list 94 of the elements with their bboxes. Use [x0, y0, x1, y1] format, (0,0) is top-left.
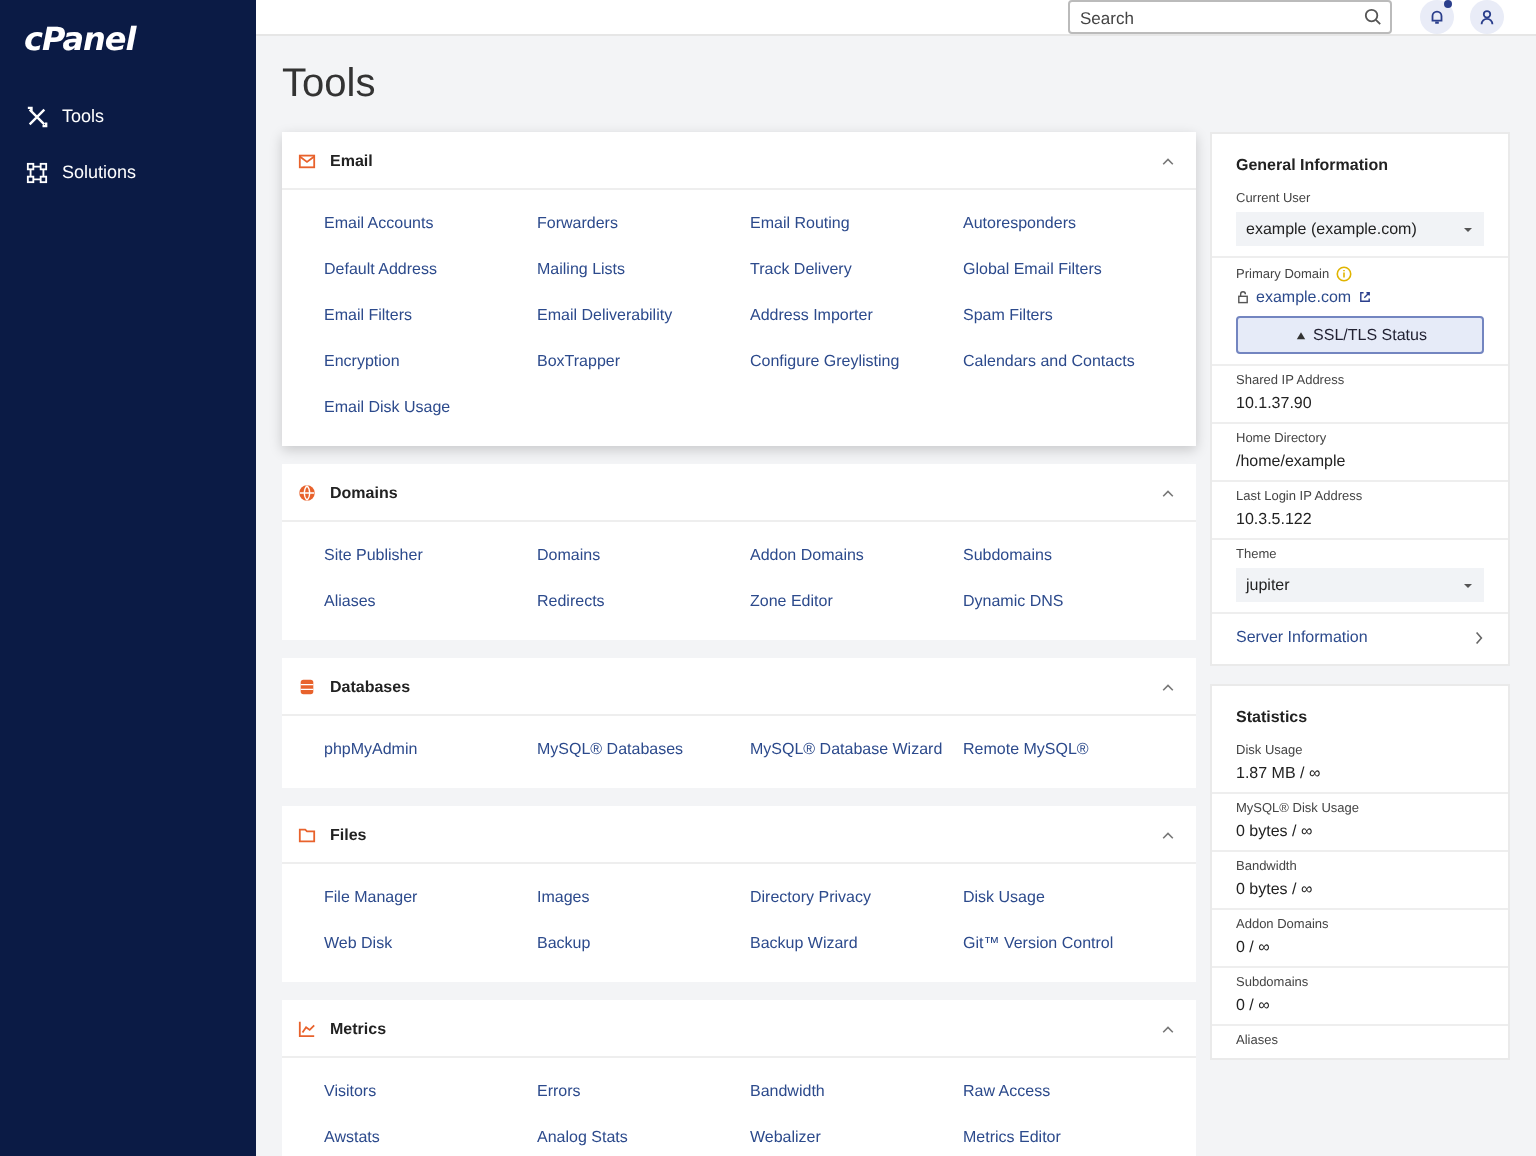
- tool-link[interactable]: MySQL® Database Wizard: [750, 726, 963, 772]
- tool-link[interactable]: Site Publisher: [324, 532, 537, 578]
- tool-link[interactable]: MySQL® Databases: [537, 726, 750, 772]
- tool-link[interactable]: Analog Stats: [537, 1114, 750, 1156]
- tool-link[interactable]: Calendars and Contacts: [963, 338, 1176, 384]
- tool-link[interactable]: Track Delivery: [750, 246, 963, 292]
- search-icon: [1364, 8, 1382, 26]
- tool-link[interactable]: Errors: [537, 1068, 750, 1114]
- collapse-icon: [1160, 681, 1176, 691]
- folder-icon: [298, 825, 316, 843]
- tool-link[interactable]: Email Accounts: [324, 200, 537, 246]
- stat-value: 0 / ∞: [1236, 996, 1272, 1014]
- tool-link[interactable]: Redirects: [537, 578, 750, 624]
- ssl-status-button[interactable]: SSL/TLS Status: [1236, 316, 1484, 354]
- tool-link[interactable]: Directory Privacy: [750, 874, 963, 920]
- tool-link[interactable]: Git™ Version Control: [963, 920, 1176, 966]
- page-title: Tools: [282, 60, 378, 108]
- field-value: 10.3.5.122: [1236, 510, 1314, 528]
- collapse-icon: [1160, 829, 1176, 839]
- section-header[interactable]: Domains: [282, 464, 1196, 522]
- tools-icon: [26, 105, 48, 127]
- tool-link[interactable]: Email Disk Usage: [324, 384, 537, 430]
- tool-link[interactable]: Subdomains: [963, 532, 1176, 578]
- tool-link[interactable]: Backup: [537, 920, 750, 966]
- collapse-icon: [1160, 487, 1176, 497]
- database-icon: [298, 677, 316, 695]
- chevron-right-icon: [1474, 629, 1484, 645]
- stat-value: 0 bytes / ∞: [1236, 822, 1315, 840]
- tool-link[interactable]: Backup Wizard: [750, 920, 963, 966]
- lock-icon: [1236, 290, 1250, 304]
- tool-link[interactable]: Email Filters: [324, 292, 537, 338]
- chart-icon: [298, 1019, 316, 1037]
- tool-link[interactable]: Address Importer: [750, 292, 963, 338]
- tool-link[interactable]: Mailing Lists: [537, 246, 750, 292]
- panel-title: Statistics: [1234, 706, 1310, 730]
- info-icon: [1335, 266, 1352, 282]
- sidebar-item[interactable]: Solutions: [0, 144, 256, 200]
- tool-link[interactable]: Images: [537, 874, 750, 920]
- bell-icon: [1428, 8, 1446, 26]
- caret-icon: [1464, 227, 1472, 231]
- tool-link[interactable]: Default Address: [324, 246, 537, 292]
- panel-title: General Information: [1234, 154, 1391, 178]
- tool-link[interactable]: Domains: [537, 532, 750, 578]
- tool-link[interactable]: Bandwidth: [750, 1068, 963, 1114]
- triangle-icon: [1293, 328, 1308, 342]
- collapse-icon: [1160, 155, 1176, 165]
- tool-link[interactable]: phpMyAdmin: [324, 726, 537, 772]
- tool-link[interactable]: Email Routing: [750, 200, 963, 246]
- tool-link[interactable]: Visitors: [324, 1068, 537, 1114]
- tool-link[interactable]: Addon Domains: [750, 532, 963, 578]
- tool-link[interactable]: BoxTrapper: [537, 338, 750, 384]
- tool-link[interactable]: Configure Greylisting: [750, 338, 963, 384]
- notifications-button[interactable]: [1420, 0, 1454, 34]
- tool-link[interactable]: Aliases: [324, 578, 537, 624]
- domain-link[interactable]: example.com: [1256, 288, 1352, 306]
- tool-link[interactable]: Spam Filters: [963, 292, 1176, 338]
- tool-link[interactable]: Forwarders: [537, 200, 750, 246]
- tool-link[interactable]: Encryption: [324, 338, 537, 384]
- tool-link[interactable]: Webalizer: [750, 1114, 963, 1156]
- envelope-icon: [298, 151, 316, 169]
- caret-icon: [1464, 583, 1472, 587]
- tool-link[interactable]: Raw Access: [963, 1068, 1176, 1114]
- user-icon: [1478, 8, 1496, 26]
- collapse-icon: [1160, 1023, 1176, 1033]
- logo[interactable]: cPanel: [0, 0, 256, 60]
- tool-link[interactable]: Web Disk: [324, 920, 537, 966]
- tool-link[interactable]: Zone Editor: [750, 578, 963, 624]
- select-field[interactable]: example (example.com): [1236, 212, 1484, 246]
- section-header[interactable]: Databases: [282, 658, 1196, 716]
- grid-icon: [26, 161, 48, 183]
- search-field[interactable]: Search: [1068, 0, 1392, 34]
- section-header[interactable]: Files: [282, 806, 1196, 864]
- section-header[interactable]: Metrics: [282, 1000, 1196, 1058]
- field-value: /home/example: [1236, 452, 1348, 470]
- tool-link[interactable]: Email Deliverability: [537, 292, 750, 338]
- select-field[interactable]: jupiter: [1236, 568, 1484, 602]
- tool-link[interactable]: Remote MySQL®: [963, 726, 1176, 772]
- external-link-icon: [1357, 290, 1372, 304]
- section-header[interactable]: Email: [282, 132, 1196, 190]
- tool-link[interactable]: Awstats: [324, 1114, 537, 1156]
- stat-value: 0 / ∞: [1236, 938, 1272, 956]
- globe-icon: [298, 483, 316, 501]
- tool-link[interactable]: Autoresponders: [963, 200, 1176, 246]
- stat-value: 1.87 MB / ∞: [1236, 764, 1323, 782]
- tool-link[interactable]: Disk Usage: [963, 874, 1176, 920]
- sidebar-item[interactable]: Tools: [0, 88, 256, 144]
- field-value: 10.1.37.90: [1236, 394, 1314, 412]
- stat-value: 0 bytes / ∞: [1236, 880, 1315, 898]
- user-button[interactable]: [1470, 0, 1504, 34]
- tool-link[interactable]: Metrics Editor: [963, 1114, 1176, 1156]
- tool-link[interactable]: Dynamic DNS: [963, 578, 1176, 624]
- tool-link[interactable]: Global Email Filters: [963, 246, 1176, 292]
- server-information-link[interactable]: Server Information: [1212, 614, 1508, 664]
- tool-link[interactable]: File Manager: [324, 874, 537, 920]
